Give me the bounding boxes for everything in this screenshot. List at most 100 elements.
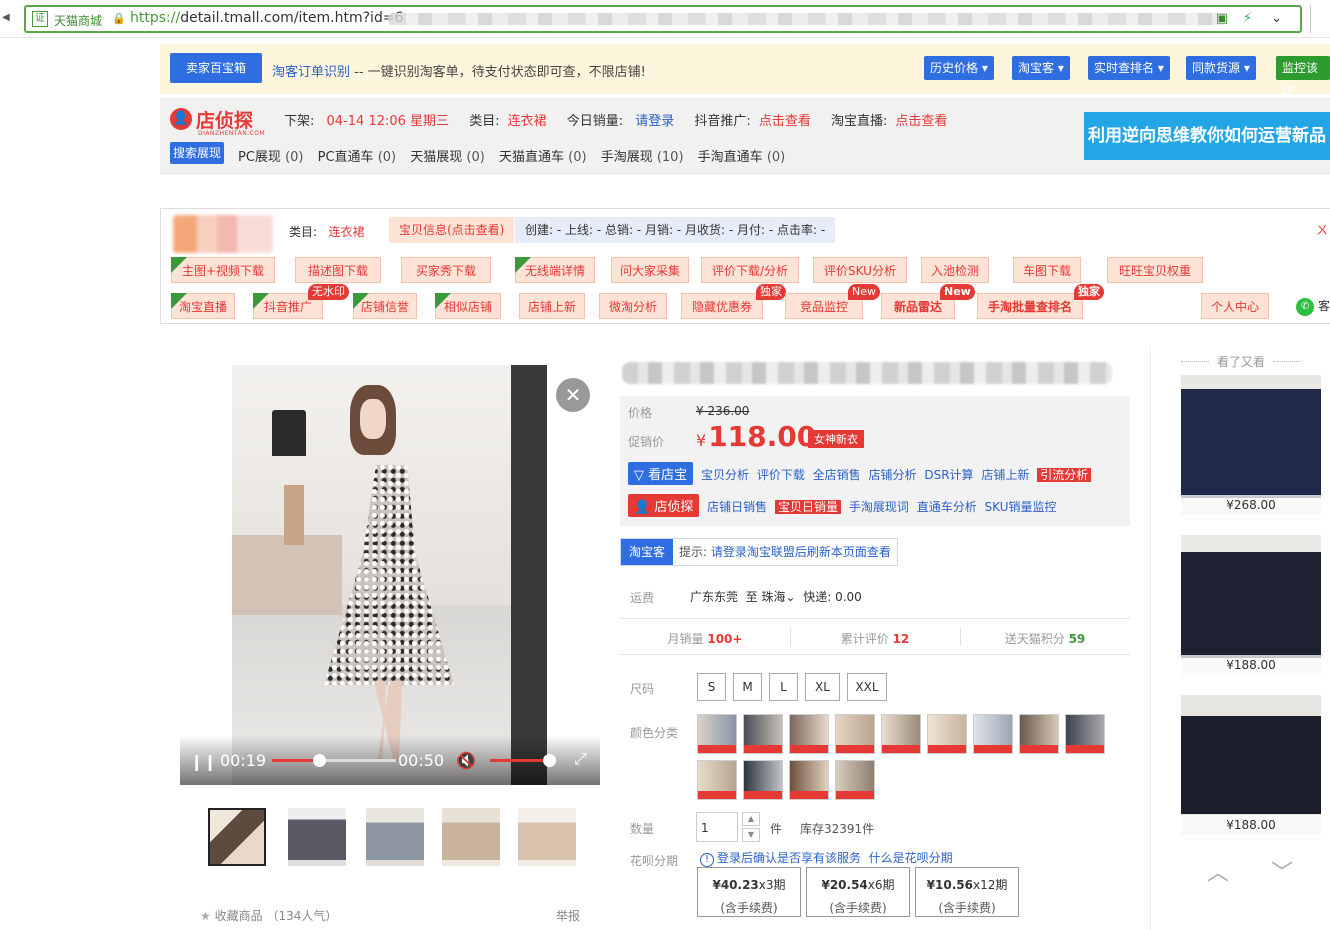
kandianbao-button[interactable]: ▽ 看店宝 [628, 462, 694, 485]
taobaoke-dropdown[interactable]: 淘宝客 ▾ [1012, 56, 1070, 80]
dianzhentan-logo[interactable]: 👤 店侦探 DIANZHENTAN.COM [170, 106, 280, 137]
pause-icon[interactable]: ❙❙ [190, 752, 217, 771]
huabei-help-link[interactable]: 什么是花呗分期 [869, 851, 953, 865]
taobao-live-link[interactable]: 点击查看 [895, 114, 947, 129]
video-progress-handle[interactable] [312, 754, 326, 767]
tool-competitor-monitor[interactable]: 竞品监控 New [785, 284, 880, 319]
kdb-link[interactable]: DSR计算 [924, 468, 973, 482]
item-info-button[interactable]: 宝贝信息(点击查看) [389, 217, 515, 243]
history-price-dropdown[interactable]: 历史价格 ▾ [924, 56, 994, 80]
tool-store-credit[interactable]: 店铺信誉 [353, 293, 417, 319]
wechat-service[interactable]: ✆ 客 [1296, 297, 1330, 316]
tool-batch-rank[interactable]: 手淘批量查排名 New 独家 [940, 284, 1104, 319]
thumbnail-4[interactable] [442, 808, 500, 866]
bolt-icon[interactable]: ⚡ [1243, 11, 1252, 26]
tool-wangwang-weight[interactable]: 旺旺宝贝权重 [1107, 257, 1203, 283]
chevron-up-icon[interactable]: ︿ [1207, 855, 1229, 887]
thumbnail-3[interactable] [366, 808, 424, 866]
related-item-1[interactable]: ¥268.00 [1181, 375, 1321, 515]
same-source-dropdown[interactable]: 同款货源 ▾ [1186, 56, 1256, 80]
huabei-plan-6[interactable]: ¥20.54x6期 (含手续费) [806, 867, 910, 917]
exposure-mobile-ztc[interactable]: 手淘直通车 (0) [698, 150, 786, 165]
huabei-plan-12[interactable]: ¥10.56x12期 (含手续费) [915, 867, 1019, 917]
exposure-tmall[interactable]: 天猫展现 (0) [410, 150, 485, 165]
video-progress-track[interactable] [272, 754, 396, 767]
dzt-link[interactable]: 店铺日销售 [707, 500, 767, 514]
huabei-plan-3[interactable]: ¥40.23x3期 (含手续费) [697, 867, 801, 917]
promo-banner[interactable]: 利用逆向思维教你如何运营新品 [1084, 112, 1330, 160]
dzt-link[interactable]: 直通车分析 [917, 500, 977, 514]
close-video-icon[interactable]: ✕ [556, 378, 590, 412]
close-icon[interactable]: ㄨ [1316, 221, 1328, 238]
quantity-input[interactable]: 1 [696, 812, 738, 842]
color-swatch[interactable] [789, 760, 829, 800]
total-reviews[interactable]: 累计评价 12 [790, 630, 960, 647]
tool-personal-center[interactable]: 个人中心 [1201, 293, 1269, 319]
search-exposure-button[interactable]: 搜索展现 [170, 142, 224, 164]
color-swatch[interactable] [835, 760, 875, 800]
tool-desc-image-download[interactable]: 描述图下载 [295, 257, 381, 283]
chevron-down-icon[interactable]: ⌄ [1271, 11, 1282, 26]
main-product-video[interactable] [232, 365, 547, 785]
tool-similar-stores[interactable]: 相似店铺 [435, 293, 501, 319]
size-option-m[interactable]: M [733, 673, 762, 701]
color-swatch[interactable] [743, 714, 783, 754]
login-link[interactable]: 请登录 [635, 114, 674, 129]
kdb-link[interactable]: 评价下载 [757, 468, 805, 482]
kdb-link[interactable]: 宝贝分析 [701, 468, 749, 482]
thumbnail-5[interactable] [518, 808, 576, 866]
tool-car-image-download[interactable]: 车图下载 [1013, 257, 1081, 283]
tool-weitao[interactable]: 微淘分析 [599, 293, 667, 319]
extension-icon[interactable]: ▣ [1216, 11, 1228, 26]
seller-toolbox-button[interactable]: 卖家百宝箱 [170, 53, 262, 83]
url-text[interactable]: https://detail.tmall.com/item.htm?id=6 [130, 10, 403, 26]
tool-taobao-live[interactable]: 淘宝直播 [171, 293, 235, 319]
tool-hidden-coupon[interactable]: 隐藏优惠券 独家 [681, 284, 786, 319]
related-item-2[interactable]: ¥188.00 [1181, 535, 1321, 675]
color-swatch[interactable] [881, 714, 921, 754]
tool-review-download[interactable]: 评价下载/分析 [701, 257, 799, 283]
plugin-description[interactable]: 淘客订单识别 -- 一键识别淘客单，待支付状态即可查，不限店铺! [272, 61, 646, 80]
volume-track[interactable] [490, 754, 556, 767]
monitor-store-button[interactable]: 监控该店 [1276, 56, 1330, 99]
certificate-icon[interactable]: 证 [32, 11, 48, 27]
color-swatch[interactable] [927, 714, 967, 754]
destination-select[interactable]: 珠海⌄ [762, 590, 796, 604]
size-option-l[interactable]: L [769, 673, 798, 701]
side-tab[interactable] [1310, 5, 1330, 33]
thumbnail-2[interactable] [288, 808, 346, 866]
dzt-daily-sales-link[interactable]: 宝贝日销量 [775, 500, 842, 514]
chevron-down-icon[interactable]: ﹀ [1271, 855, 1293, 887]
tool-store-new[interactable]: 店铺上新 [519, 293, 585, 319]
fullscreen-icon[interactable]: ⤢ [574, 749, 587, 769]
color-swatch[interactable] [835, 714, 875, 754]
rank-dropdown[interactable]: 实时查排名 ▾ [1088, 56, 1170, 80]
tool-wireless-detail[interactable]: 无线端详情 [515, 257, 595, 283]
tool-douyin[interactable]: 抖音推广 无水印 [253, 284, 349, 319]
size-option-s[interactable]: S [697, 673, 726, 701]
color-swatch[interactable] [973, 714, 1013, 754]
thumbnail-1[interactable] [208, 808, 266, 866]
taobaoke-login-link[interactable]: 请登录淘宝联盟后刷新本页面查看 [711, 545, 891, 559]
chevron-left-icon[interactable]: ◀ [2, 12, 10, 23]
exposure-pc[interactable]: PC展现 (0) [238, 150, 303, 165]
kdb-link[interactable]: 全店销售 [813, 468, 861, 482]
dzt-link[interactable]: SKU销量监控 [985, 500, 1057, 514]
color-swatch[interactable] [743, 760, 783, 800]
dzt-link[interactable]: 手淘展现词 [849, 500, 909, 514]
size-option-xxl[interactable]: XXL [847, 673, 887, 701]
color-swatch[interactable] [1065, 714, 1105, 754]
tool-ask-collect[interactable]: 问大家采集 [611, 257, 689, 283]
color-swatch[interactable] [697, 760, 737, 800]
url-bar[interactable]: 证 天猫商城 🔒 https://detail.tmall.com/item.h… [24, 5, 1302, 33]
douyin-link[interactable]: 点击查看 [759, 114, 811, 129]
tool-pool-check[interactable]: 入池检测 [921, 257, 989, 283]
kdb-traffic-link[interactable]: 引流分析 [1037, 468, 1092, 482]
color-swatch[interactable] [789, 714, 829, 754]
quantity-up-icon[interactable]: ▲ [742, 812, 760, 826]
tool-buyer-show-download[interactable]: 买家秀下载 [401, 257, 491, 283]
report-link[interactable]: 举报 [556, 907, 580, 924]
exposure-pc-ztc[interactable]: PC直通车 (0) [318, 150, 396, 165]
related-item-3[interactable]: ¥188.00 [1181, 695, 1321, 835]
color-swatch[interactable] [697, 714, 737, 754]
